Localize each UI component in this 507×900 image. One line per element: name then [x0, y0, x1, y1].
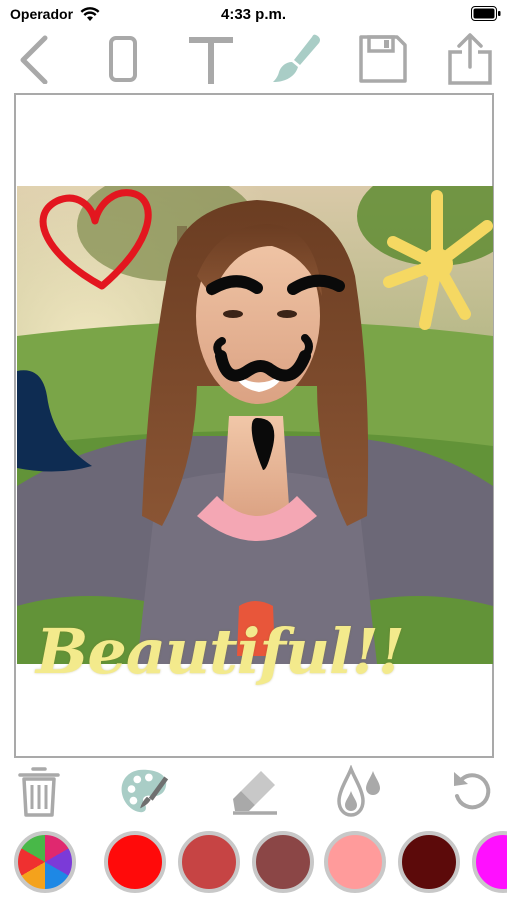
eraser-button[interactable] [228, 762, 282, 820]
undo-icon [454, 772, 491, 810]
delete-button[interactable] [12, 762, 66, 820]
color-wheel-button[interactable] [14, 831, 76, 893]
text-t-icon [189, 37, 233, 84]
status-bar: Operador 4:33 p.m. [0, 0, 507, 28]
photo [17, 186, 493, 664]
eraser-icon [233, 771, 277, 815]
top-toolbar [0, 30, 507, 90]
share-icon [448, 33, 492, 85]
palette-button[interactable] [118, 762, 172, 820]
floppy-disk-icon [359, 35, 407, 83]
trash-icon [18, 767, 60, 817]
paint-palette-icon [121, 769, 169, 813]
save-button[interactable] [356, 30, 410, 88]
undo-button[interactable] [444, 762, 498, 820]
share-button[interactable] [443, 30, 497, 88]
color-swatch-red[interactable] [104, 831, 166, 893]
shape-button[interactable] [96, 30, 150, 88]
chevron-left-icon [20, 35, 48, 84]
back-button[interactable] [8, 30, 62, 88]
drawing-canvas[interactable]: Beautiful!! [14, 93, 494, 758]
color-swatch-pink[interactable] [324, 831, 386, 893]
drops-icon [337, 765, 380, 817]
color-palette [0, 828, 507, 894]
rounded-rectangle-icon [109, 36, 137, 82]
color-swatch-brown[interactable] [252, 831, 314, 893]
color-swatch-maroon[interactable] [398, 831, 460, 893]
battery-icon [471, 6, 501, 21]
text-button[interactable] [184, 30, 238, 88]
overlay-text[interactable]: Beautiful!! [36, 615, 506, 688]
edit-toolbar [0, 762, 507, 824]
color-swatch-magenta[interactable] [472, 831, 507, 893]
clock: 4:33 p.m. [220, 6, 287, 23]
color-swatch-indian-red[interactable] [178, 831, 240, 893]
brush-button[interactable] [270, 30, 324, 88]
paintbrush-icon [273, 34, 320, 82]
opacity-button[interactable] [332, 762, 386, 820]
